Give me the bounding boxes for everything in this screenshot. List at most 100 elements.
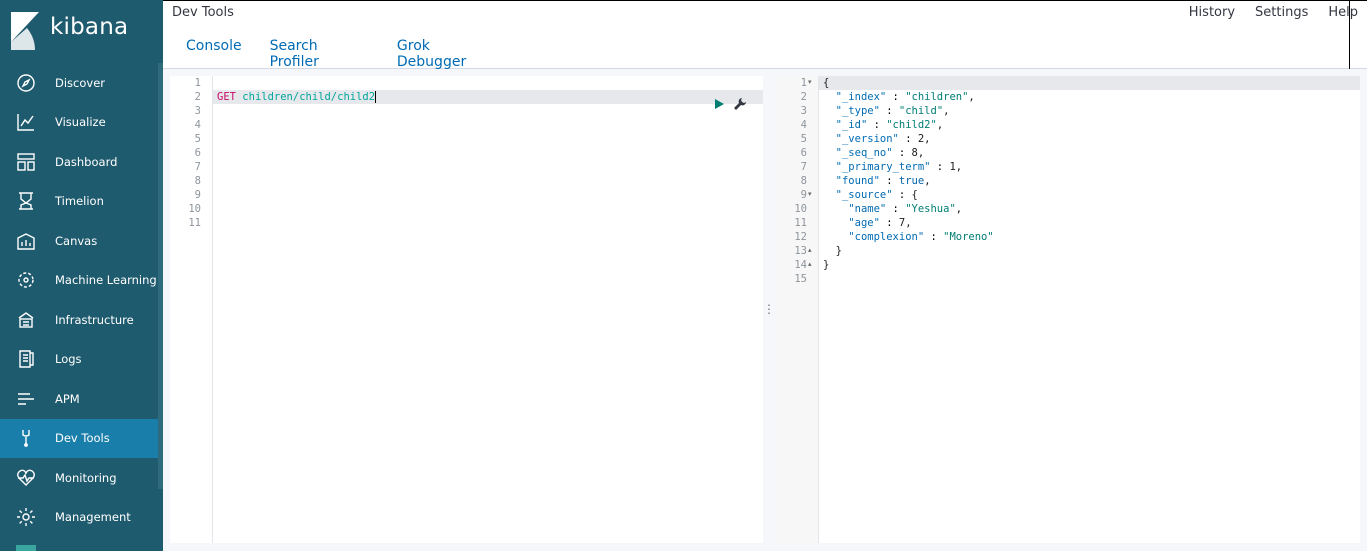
help-link[interactable]: Help xyxy=(1328,5,1358,20)
response-line: } xyxy=(835,245,842,257)
sidebar-item-apm[interactable]: APM xyxy=(0,379,158,419)
line-number: 15 xyxy=(794,273,807,285)
response-line: "_seq_no" : 8, xyxy=(835,147,925,159)
line-number: 9 xyxy=(194,189,201,201)
fold-open-icon[interactable]: ▾ xyxy=(808,76,816,90)
sidebar-item-logs[interactable]: Logs xyxy=(0,340,158,380)
sidebar-item-label: Timelion xyxy=(55,194,104,209)
gear-icon xyxy=(16,507,36,527)
response-line: "_version" : 2, xyxy=(835,133,931,145)
ml-icon xyxy=(16,270,36,290)
line-number: 6 xyxy=(800,147,807,159)
response-editor[interactable]: 1 ▾ 2 3 4 5 6 7 8 9 ▾ 10 11 12 13 ▴ 14 ▴ 15 { "_index" : "… xyxy=(776,76,1360,543)
send-request-button[interactable] xyxy=(713,98,725,110)
sidebar-item-label: Infrastructure xyxy=(55,312,134,327)
sidebar-item-management[interactable]: Management xyxy=(0,498,158,538)
line-number: 12 xyxy=(794,231,807,243)
heartbeat-icon xyxy=(16,468,36,488)
sidebar-item-timelion[interactable]: Timelion xyxy=(0,182,158,222)
line-number: 11 xyxy=(188,217,201,229)
response-line: "name" : "Yeshua", xyxy=(848,203,963,215)
line-number: 9 xyxy=(800,189,807,201)
sidebar-collapse-indicator xyxy=(16,545,36,551)
active-line-highlight xyxy=(776,76,1360,90)
logs-icon xyxy=(16,349,36,369)
line-number: 1 xyxy=(194,77,201,89)
line-number: 8 xyxy=(194,175,201,187)
response-line: "_type" : "child", xyxy=(835,105,950,117)
sidebar-item-label: Management xyxy=(55,510,131,525)
chart-icon xyxy=(16,112,36,132)
console-editors: 1 2 3 4 5 6 7 8 9 10 11 GET children/child/child2 … xyxy=(163,69,1367,551)
line-number: 7 xyxy=(800,161,807,173)
frame-border-top xyxy=(163,0,1367,1)
line-number: 3 xyxy=(194,105,201,117)
response-line: "complexion" : "Moreno" xyxy=(848,231,994,243)
sidebar-nav: Discover Visualize Dashboard Timelion Ca… xyxy=(0,63,158,537)
settings-link[interactable]: Settings xyxy=(1255,5,1308,20)
request-line[interactable]: GET children/child/child2 xyxy=(217,90,377,104)
fold-close-icon[interactable]: ▴ xyxy=(808,258,816,272)
sidebar-item-label: Visualize xyxy=(55,115,106,130)
line-number: 7 xyxy=(194,161,201,173)
sidebar-item-canvas[interactable]: Canvas xyxy=(0,221,158,261)
canvas-icon xyxy=(16,231,36,251)
line-number: 6 xyxy=(194,147,201,159)
top-links: History Settings Help xyxy=(1189,5,1358,20)
fold-open-icon[interactable]: ▾ xyxy=(808,188,816,202)
fold-close-icon[interactable]: ▴ xyxy=(808,244,816,258)
line-number: 5 xyxy=(194,133,201,145)
sidebar-item-dev-tools[interactable]: Dev Tools xyxy=(0,418,158,458)
sidebar-item-dashboard[interactable]: Dashboard xyxy=(0,142,158,182)
sidebar-item-label: Discover xyxy=(55,75,106,90)
kibana-logo-icon xyxy=(11,12,39,50)
sidebar-item-label: Machine Learning xyxy=(55,273,157,288)
apm-icon xyxy=(16,389,36,409)
line-number: 3 xyxy=(800,105,807,117)
sidebar-item-infrastructure[interactable]: Infrastructure xyxy=(0,300,158,340)
sidebar-item-label: Dev Tools xyxy=(55,431,110,446)
wrench-icon xyxy=(16,428,36,448)
sidebar-item-monitoring[interactable]: Monitoring xyxy=(0,458,158,498)
request-editor[interactable]: 1 2 3 4 5 6 7 8 9 10 11 GET children/child/child2 xyxy=(170,76,763,543)
sidebar-item-discover[interactable]: Discover xyxy=(0,63,158,103)
sidebar-item-label: APM xyxy=(55,391,80,406)
line-number: 2 xyxy=(194,91,201,103)
response-line: "_primary_term" : 1, xyxy=(835,161,963,173)
page-title: Dev Tools xyxy=(172,5,234,20)
line-number: 4 xyxy=(800,119,807,131)
sidebar-item-label: Dashboard xyxy=(55,154,118,169)
sidebar-item-visualize[interactable]: Visualize xyxy=(0,103,158,143)
logo-text: kibana xyxy=(50,14,129,40)
sidebar-item-machine-learning[interactable]: Machine Learning xyxy=(0,261,158,301)
line-number: 1 xyxy=(800,77,807,89)
request-options-wrench-icon[interactable] xyxy=(733,97,747,111)
panel-resizer[interactable]: ⋮ xyxy=(763,299,775,319)
response-line: "found" : true, xyxy=(835,175,931,187)
compass-icon xyxy=(16,73,36,93)
response-line: } xyxy=(823,259,830,271)
text-cursor xyxy=(375,91,377,103)
infrastructure-icon xyxy=(16,310,36,330)
history-link[interactable]: History xyxy=(1189,5,1235,20)
sidebar-item-label: Monitoring xyxy=(55,470,117,485)
line-number: 4 xyxy=(194,119,201,131)
response-line: "_index" : "children", xyxy=(835,91,975,103)
kibana-logo[interactable]: kibana xyxy=(0,0,163,62)
line-number: 2 xyxy=(800,91,807,103)
response-line: "_id" : "child2", xyxy=(835,119,944,131)
response-line: "age" : 7, xyxy=(848,217,912,229)
sidebar-item-label: Logs xyxy=(55,352,82,367)
response-line: { xyxy=(823,77,830,89)
request-url: children/child/child2 xyxy=(242,91,376,103)
header: Dev Tools History Settings Help Console … xyxy=(163,0,1367,83)
line-number: 10 xyxy=(188,203,201,215)
sidebar: kibana Discover Visualize Dashboard Time… xyxy=(0,0,163,551)
line-number: 8 xyxy=(800,175,807,187)
sidebar-item-label: Canvas xyxy=(55,233,98,248)
line-number: 10 xyxy=(794,203,807,215)
line-number: 13 xyxy=(794,245,807,257)
line-number: 11 xyxy=(794,217,807,229)
request-method: GET xyxy=(217,91,236,103)
response-line: "_source" : { xyxy=(835,189,918,201)
